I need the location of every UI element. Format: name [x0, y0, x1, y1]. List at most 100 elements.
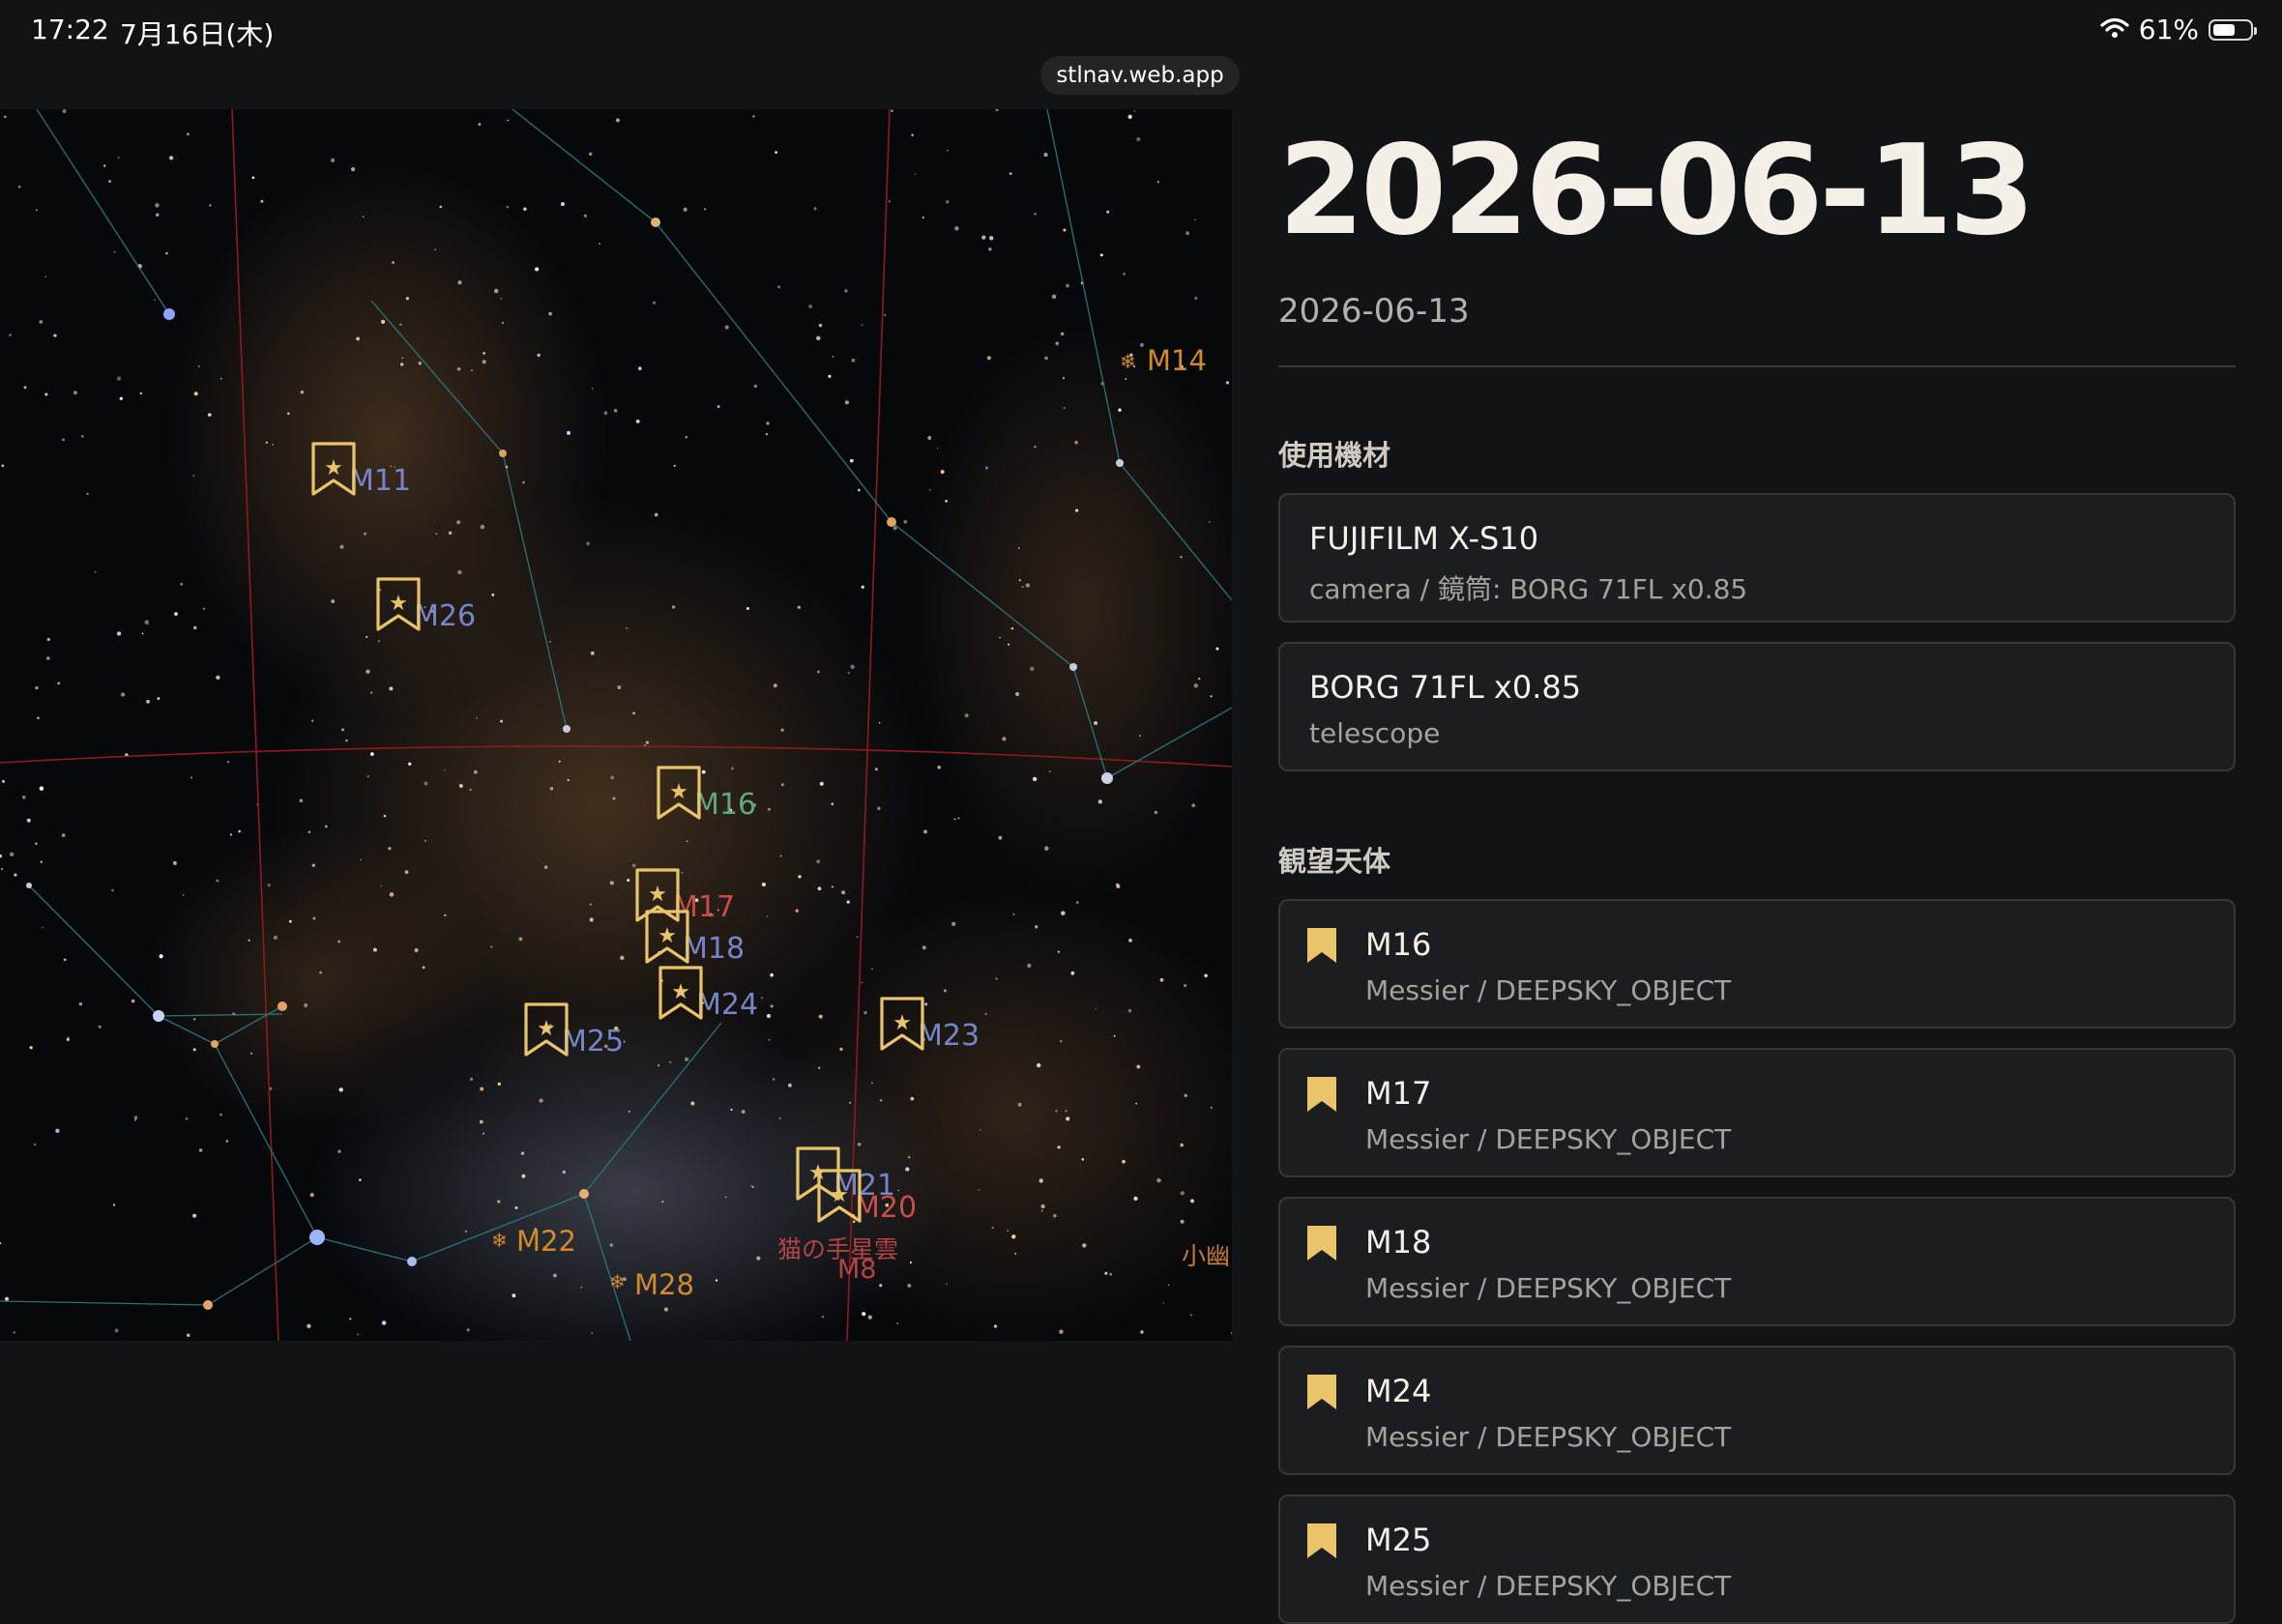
background-star — [307, 1323, 311, 1328]
background-star — [61, 438, 65, 442]
background-star — [192, 1018, 196, 1021]
background-star — [521, 1174, 526, 1178]
background-star — [273, 935, 278, 941]
sky-map[interactable]: M11 ★ M26 ★ M16 ★ M17 ★ M18 ★ M24 ★ M25 ★ M23 ★ M21 ★ M20 ★… — [0, 109, 1232, 1341]
background-star — [701, 769, 706, 774]
background-star — [867, 1315, 872, 1320]
background-star — [1193, 683, 1199, 688]
background-star — [46, 656, 50, 660]
url-bar[interactable]: stlnav.web.app — [1040, 56, 1240, 95]
object-card[interactable]: M24 Messier / DEEPSKY_OBJECT — [1278, 1346, 2236, 1475]
background-star — [1034, 213, 1037, 216]
background-star — [480, 524, 485, 530]
background-star — [797, 605, 802, 610]
background-star — [1118, 408, 1122, 412]
background-star — [120, 692, 126, 697]
object-card[interactable]: M18 Messier / DEEPSKY_OBJECT — [1278, 1197, 2236, 1326]
background-star — [841, 890, 846, 895]
background-star — [1094, 721, 1098, 725]
background-star — [1159, 977, 1164, 982]
background-star — [856, 936, 859, 939]
background-star — [114, 1328, 119, 1333]
background-star — [818, 323, 823, 328]
background-star — [871, 1082, 873, 1085]
background-star — [208, 413, 212, 417]
background-star — [250, 1052, 252, 1055]
background-star — [304, 1002, 308, 1008]
marker-label-m25: M25 — [562, 1025, 624, 1058]
background-star — [1113, 1034, 1116, 1037]
background-star — [1075, 508, 1079, 512]
background-star — [1194, 218, 1196, 221]
background-star — [216, 675, 220, 681]
background-star — [627, 879, 630, 883]
background-star — [907, 1283, 912, 1288]
background-star — [144, 620, 150, 624]
background-star — [778, 1117, 781, 1119]
background-star — [457, 280, 462, 285]
equipment-name: BORG 71FL x0.85 — [1309, 669, 1582, 706]
bookmark-icon — [1307, 1523, 1336, 1558]
background-star — [953, 818, 956, 821]
background-star — [0, 867, 4, 870]
equipment-card[interactable]: BORG 71FL x0.85 telescope — [1278, 642, 2236, 771]
equipment-heading: 使用機材 — [1278, 439, 1391, 472]
background-star — [1167, 1284, 1170, 1287]
background-star — [1210, 695, 1213, 698]
background-star — [808, 304, 813, 309]
background-star — [910, 1096, 915, 1101]
nebula-label-m8[interactable]: M8 — [837, 1255, 876, 1285]
background-star — [589, 152, 593, 156]
background-star — [1055, 1110, 1058, 1113]
background-star — [1127, 1008, 1132, 1013]
object-name: M17 — [1365, 1075, 1432, 1112]
background-star — [1044, 356, 1048, 361]
background-star — [685, 435, 688, 439]
background-star — [750, 1184, 753, 1187]
background-star — [192, 1048, 196, 1052]
object-card[interactable]: M17 Messier / DEEPSKY_OBJECT — [1278, 1048, 2236, 1177]
background-star — [628, 1110, 630, 1113]
background-star — [1052, 1213, 1057, 1218]
background-star — [922, 216, 924, 219]
background-star — [180, 582, 184, 586]
background-star — [422, 966, 425, 970]
cluster-icon: ❄ — [609, 1270, 626, 1293]
star-icon: ★ — [324, 456, 343, 480]
background-star — [500, 297, 503, 300]
background-star — [715, 1279, 718, 1282]
star-icon: ★ — [892, 1011, 912, 1035]
background-star — [861, 324, 863, 327]
background-star — [331, 158, 336, 162]
object-card[interactable]: M16 Messier / DEEPSKY_OBJECT — [1278, 899, 2236, 1029]
background-star — [493, 288, 499, 294]
background-star — [229, 833, 232, 836]
background-star — [338, 1088, 343, 1092]
background-star — [549, 786, 554, 791]
equipment-card[interactable]: FUJIFILM X-S10 camera / 鏡筒: BORG 71FL x0… — [1278, 493, 2236, 623]
background-star — [439, 205, 443, 209]
nebula-label-edge[interactable]: 小幽 — [1182, 1242, 1230, 1270]
background-star — [483, 352, 485, 355]
background-star — [182, 893, 185, 896]
object-card[interactable]: M25 Messier / DEEPSKY_OBJECT — [1278, 1494, 2236, 1624]
background-star — [1139, 735, 1141, 737]
background-star — [583, 214, 588, 218]
background-star — [1039, 1178, 1043, 1183]
background-star — [192, 625, 197, 630]
background-star — [219, 1113, 222, 1116]
background-star — [637, 366, 642, 371]
background-star — [514, 1205, 518, 1210]
background-star — [102, 164, 106, 167]
background-star — [896, 1321, 899, 1324]
background-star — [1133, 1196, 1138, 1202]
star-icon: ★ — [537, 1017, 556, 1041]
battery-percent: 61% — [2138, 14, 2199, 45]
cluster-marker-m14[interactable]: ❄ M14 — [1120, 344, 1207, 377]
background-star — [1210, 1106, 1213, 1109]
background-star — [2, 779, 5, 783]
background-star — [1008, 643, 1010, 646]
background-star — [980, 1129, 981, 1131]
background-star — [23, 386, 27, 390]
background-star — [62, 109, 67, 114]
